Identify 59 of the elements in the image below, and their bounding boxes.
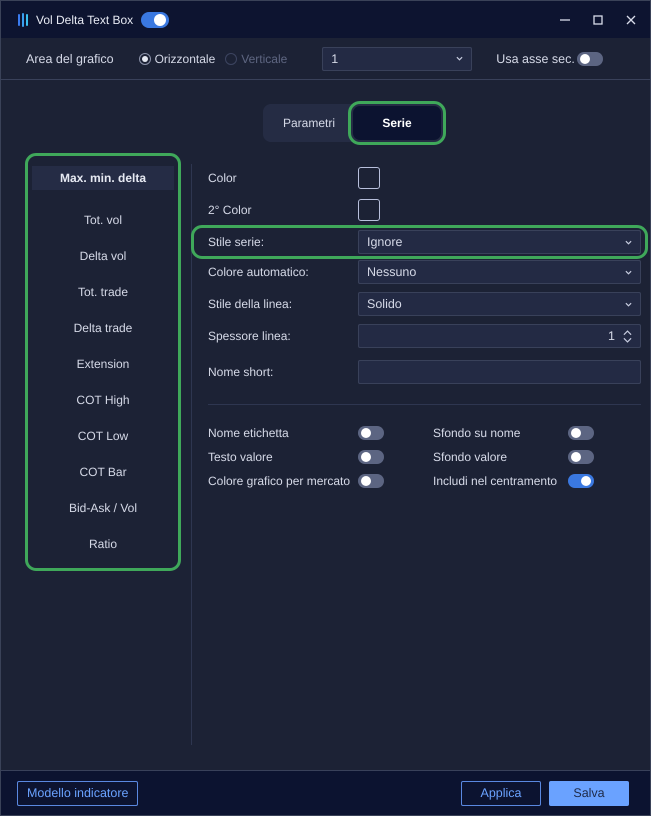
field-label: Colore automatico:	[208, 265, 310, 279]
tab[interactable]: Parametri	[265, 106, 353, 140]
sidebar-item[interactable]: Delta vol	[32, 238, 174, 274]
toggle-switch[interactable]	[568, 426, 594, 440]
pane-dropdown[interactable]: 1	[322, 46, 472, 70]
toggle-label: Sfondo valore	[433, 450, 508, 464]
label: Usa asse sec.	[496, 52, 575, 66]
tab[interactable]: Serie	[353, 106, 441, 140]
field-label: 2° Color	[208, 203, 252, 217]
apply-button[interactable]: Applica	[461, 780, 541, 806]
sidebar-item[interactable]: Tot. vol	[32, 202, 174, 238]
stepper-icon	[623, 330, 632, 342]
toggle-label: Colore grafico per mercato	[208, 474, 352, 488]
sidebar-item[interactable]: Max. min. delta	[32, 166, 174, 190]
chevron-down-icon	[625, 240, 632, 244]
template-button[interactable]: Modello indicatore	[17, 780, 138, 806]
sidebar-item[interactable]: Delta trade	[32, 310, 174, 346]
sidebar-item[interactable]: COT Low	[32, 418, 174, 454]
save-button[interactable]: Salva	[549, 780, 629, 806]
field-label: Nome short:	[208, 365, 274, 379]
color-swatch[interactable]	[358, 167, 380, 189]
toggle-label: Sfondo su nome	[433, 426, 522, 440]
dropdown[interactable]: Ignore	[358, 230, 641, 254]
toggle-label: Testo valore	[208, 450, 274, 464]
chevron-down-icon	[625, 302, 632, 306]
radio-button[interactable]	[138, 52, 151, 64]
sidebar-item[interactable]: Tot. trade	[32, 274, 174, 310]
field-label: Spessore linea:	[208, 329, 292, 343]
input-field[interactable]	[358, 360, 641, 384]
field-label: Color	[208, 171, 238, 185]
color-swatch[interactable]	[358, 199, 380, 221]
close-icon	[626, 14, 636, 24]
sidebar-item[interactable]: Bid-Ask / Vol	[32, 490, 174, 526]
sidebar-item[interactable]: COT Bar	[32, 454, 174, 490]
window-title: Vol Delta Text Box	[36, 12, 134, 26]
toggle-switch[interactable]	[568, 474, 594, 488]
toggle-switch[interactable]	[358, 474, 384, 488]
toggle-label: Includi nel centramento	[433, 474, 558, 488]
toggle-label: Nome etichetta	[208, 426, 290, 440]
app-logo-icon	[18, 12, 28, 26]
sidebar-item[interactable]: Extension	[32, 346, 174, 382]
toggle-switch[interactable]	[576, 52, 603, 66]
chevron-down-icon	[625, 270, 632, 274]
toggle-switch[interactable]	[568, 450, 594, 464]
sidebar-item[interactable]: Ratio	[32, 526, 174, 562]
sidebar-item[interactable]: COT High	[32, 382, 174, 418]
field-label: Stile serie:	[208, 235, 266, 249]
dropdown[interactable]: Nessuno	[358, 260, 641, 284]
chevron-down-icon	[456, 56, 464, 61]
toggle-switch[interactable]	[141, 12, 170, 28]
number-field[interactable]: 1	[358, 324, 641, 348]
maximize-icon	[593, 14, 603, 24]
toggle-switch[interactable]	[358, 450, 384, 464]
radio-label: Orizzontale	[154, 52, 216, 66]
dropdown[interactable]: Solido	[358, 292, 641, 316]
field-label: Stile della linea:	[208, 297, 294, 311]
label: Area del grafico	[26, 52, 114, 66]
radio-label: Verticale	[241, 52, 288, 66]
toggle-switch[interactable]	[358, 426, 384, 440]
